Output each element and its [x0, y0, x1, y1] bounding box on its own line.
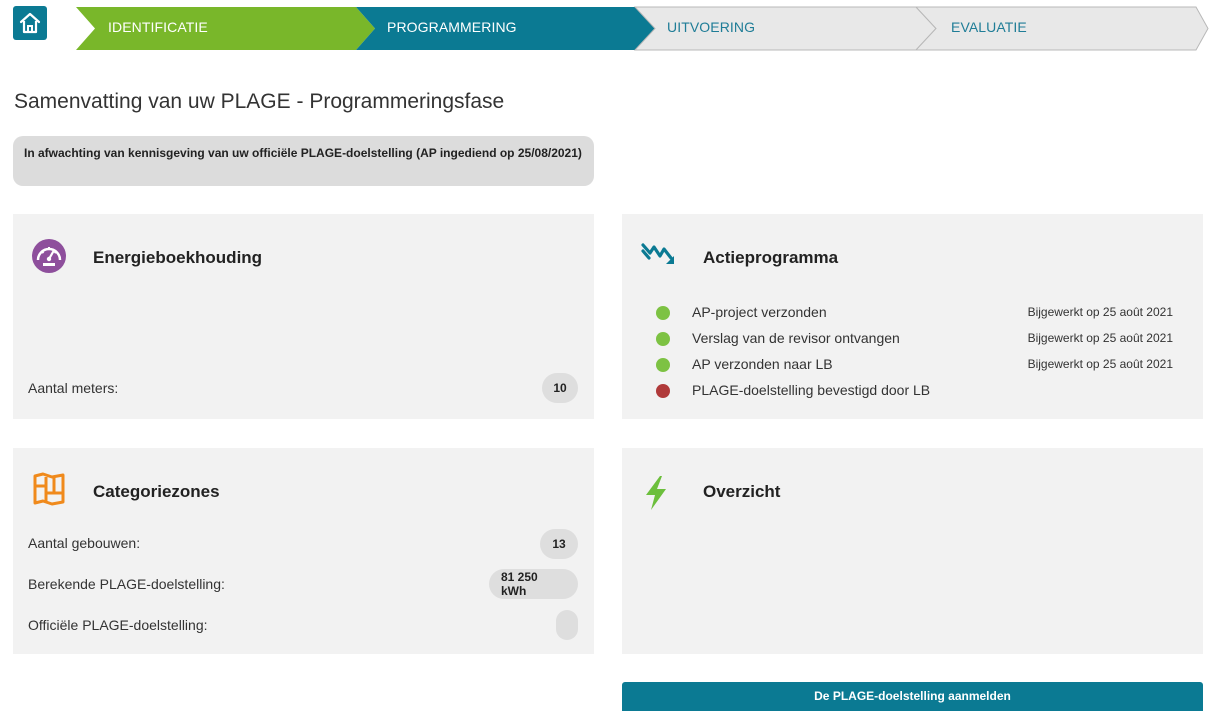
meters-label: Aantal meters: — [28, 380, 119, 396]
step-uitvoering-label[interactable]: UITVOERING — [667, 19, 755, 35]
status-dot-green — [656, 332, 670, 346]
overview-card[interactable]: Overzicht — [622, 448, 1203, 654]
computed-target-badge: 81 250 kWh — [489, 569, 578, 599]
official-target-badge — [556, 610, 578, 640]
status-notice: In afwachting van kennisgeving van uw of… — [13, 136, 594, 186]
category-zones-card[interactable]: Categoriezones Aantal gebouwen: 13 Berek… — [13, 448, 594, 654]
meters-count-badge: 10 — [542, 373, 578, 403]
ap-status-row: PLAGE-doelstelling bevestigd door LB — [656, 381, 1173, 401]
category-zones-title: Categoriezones — [93, 482, 220, 501]
ap-status-label: AP-project verzonden — [692, 304, 827, 320]
submit-plage-target-button[interactable]: De PLAGE-doelstelling aanmelden — [622, 682, 1203, 711]
descending-trend-icon — [641, 243, 674, 264]
step-identificatie-label[interactable]: IDENTIFICATIE — [108, 19, 208, 35]
ap-status-label: Verslag van de revisor ontvangen — [692, 330, 900, 346]
progress-stepper: IDENTIFICATIE PROGRAMMERING UITVOERING E… — [0, 0, 1210, 51]
ap-status-date: Bijgewerkt op 25 août 2021 — [1027, 331, 1173, 345]
energy-accounting-card[interactable]: Energieboekhouding Aantal meters: 10 — [13, 214, 594, 419]
official-target-label: Officiële PLAGE-doelstelling: — [28, 617, 208, 633]
ap-status-row: AP-project verzonden Bijgewerkt op 25 ao… — [656, 303, 1173, 323]
status-dot-red — [656, 384, 670, 398]
page-title: Samenvatting van uw PLAGE - Programmerin… — [14, 90, 505, 113]
ap-status-label: AP verzonden naar LB — [692, 356, 833, 372]
computed-target-label: Berekende PLAGE-doelstelling: — [28, 576, 225, 592]
ap-status-row: AP verzonden naar LB Bijgewerkt op 25 ao… — [656, 355, 1173, 375]
home-button[interactable] — [13, 6, 47, 40]
status-dot-green — [656, 358, 670, 372]
home-icon — [19, 12, 41, 34]
energy-accounting-title: Energieboekhouding — [93, 248, 263, 267]
buildings-count-badge: 13 — [540, 529, 578, 559]
action-program-title: Actieprogramma — [703, 248, 839, 267]
step-evaluatie-label[interactable]: EVALUATIE — [951, 19, 1027, 35]
step-programmering-label[interactable]: PROGRAMMERING — [387, 19, 517, 35]
action-program-card[interactable]: Actieprogramma AP-project verzonden Bijg… — [622, 214, 1203, 419]
ap-status-date: Bijgewerkt op 25 août 2021 — [1027, 357, 1173, 371]
buildings-label: Aantal gebouwen: — [28, 535, 141, 551]
lightning-icon — [646, 476, 666, 510]
overview-title: Overzicht — [703, 482, 781, 501]
status-dot-green — [656, 306, 670, 320]
gauge-icon — [32, 239, 66, 273]
ap-status-label: PLAGE-doelstelling bevestigd door LB — [692, 382, 931, 398]
map-icon — [33, 472, 65, 506]
ap-status-date: Bijgewerkt op 25 août 2021 — [1027, 305, 1173, 319]
ap-status-row: Verslag van de revisor ontvangen Bijgewe… — [656, 329, 1173, 349]
